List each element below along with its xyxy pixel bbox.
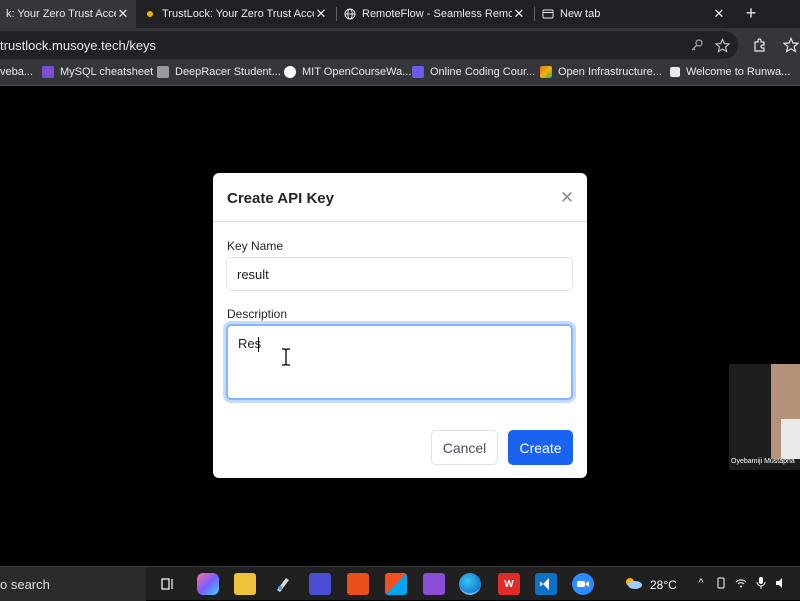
windows-taskbar: o search W 28°C ^ (0, 566, 800, 601)
participant-shirt (781, 419, 800, 459)
bookmark-label: Online Coding Cour... (430, 66, 536, 78)
bookmark-label: MySQL cheatsheet (60, 66, 154, 78)
url-text: trustlock.musoye.tech/keys (0, 38, 157, 53)
tab-trustlock-1[interactable]: k: Your Zero Trust Access ✕ (0, 0, 136, 28)
bookmark-label: Open Infrastructure... (558, 66, 662, 78)
extensions-puzzle-icon[interactable] (751, 36, 769, 54)
network-icon[interactable] (734, 576, 748, 590)
calculator-icon[interactable] (309, 573, 331, 595)
close-tab-icon[interactable]: ✕ (512, 6, 526, 22)
description-label: Description (227, 307, 288, 321)
tab-title: TrustLock: Your Zero Trust Access (162, 8, 314, 20)
bookmark-item[interactable]: Online Coding Cour... (412, 66, 535, 78)
vscode-icon[interactable] (535, 573, 557, 595)
participant-name: Oyebamiji Mustapha (731, 458, 795, 465)
file-explorer-icon[interactable] (234, 573, 256, 595)
modal-header: Create API Key ✕ (213, 173, 587, 222)
bookmark-label: MIT OpenCourseWa... (302, 66, 412, 78)
bookmark-star-icon[interactable] (713, 36, 731, 54)
deepracer-icon (157, 66, 169, 78)
volume-icon[interactable] (774, 576, 788, 590)
search-text: o search (0, 577, 50, 592)
close-tab-icon[interactable]: ✕ (712, 6, 726, 22)
favorites-star-icon[interactable] (782, 36, 800, 54)
bookmarks-bar: veba... MySQL cheatsheet DeepRacer Stude… (0, 62, 800, 86)
bookmark-item[interactable]: veba... (0, 66, 33, 78)
bookmark-label: veba... (0, 66, 34, 78)
app-icon[interactable] (347, 573, 369, 595)
edge-icon[interactable] (459, 573, 481, 595)
bookmark-item[interactable]: MIT OpenCourseWa... (284, 66, 411, 78)
text-caret (258, 337, 259, 352)
create-button[interactable]: Create (508, 430, 573, 465)
runway-icon (670, 67, 680, 77)
mit-ocw-icon (284, 66, 296, 78)
cancel-button[interactable]: Cancel (431, 430, 498, 465)
zoom-icon[interactable] (572, 573, 594, 595)
tab-trustlock-2[interactable]: TrustLock: Your Zero Trust Access ✕ (138, 0, 334, 28)
task-view-icon[interactable] (157, 573, 179, 595)
tab-remoteflow[interactable]: RemoteFlow - Seamless Remote V ✕ (338, 0, 532, 28)
tab-title: RemoteFlow - Seamless Remote V (362, 8, 512, 20)
paint-icon[interactable] (272, 573, 294, 595)
modal-title: Create API Key (227, 190, 334, 207)
address-bar[interactable]: trustlock.musoye.tech/keys (0, 31, 738, 59)
tab-new-tab[interactable]: New tab ✕ (536, 0, 732, 28)
close-tab-icon[interactable]: ✕ (314, 6, 328, 22)
copilot-icon[interactable] (197, 573, 219, 595)
bookmark-label: DeepRacer Student... (175, 66, 281, 78)
description-textarea[interactable]: Res (226, 324, 573, 400)
trustlock-favicon-icon (144, 8, 156, 20)
bookmark-item[interactable]: Welcome to Runwa... (670, 66, 790, 78)
bookmark-label: Welcome to Runwa... (686, 66, 791, 78)
chevron-up-icon[interactable]: ^ (694, 576, 708, 590)
bookmark-item[interactable]: MySQL cheatsheet (42, 66, 153, 78)
key-name-input[interactable] (226, 257, 573, 291)
microphone-icon[interactable] (754, 576, 768, 590)
text-cursor-icon (280, 348, 292, 366)
browser-toolbar: trustlock.musoye.tech/keys (0, 28, 800, 62)
clipchamp-icon[interactable] (423, 573, 445, 595)
temperature-text: 28°C (650, 577, 677, 592)
tab-divider (534, 7, 535, 21)
close-tab-icon[interactable]: ✕ (116, 6, 130, 22)
weather-widget[interactable]: 28°C (624, 576, 677, 593)
tab-title: k: Your Zero Trust Access (6, 8, 116, 20)
phone-link-icon[interactable] (714, 576, 728, 590)
globe-icon (344, 8, 356, 20)
bookmark-item[interactable]: Open Infrastructure... (540, 66, 662, 78)
weather-cloud-icon (624, 576, 644, 593)
microsoft-store-icon[interactable] (385, 573, 407, 595)
new-tab-page-icon (542, 8, 554, 20)
close-icon[interactable]: ✕ (558, 189, 576, 207)
wps-office-icon[interactable]: W (498, 573, 520, 595)
key-icon[interactable] (688, 36, 706, 54)
tab-title: New tab (560, 8, 601, 20)
browser-tab-strip: k: Your Zero Trust Access ✕ TrustLock: Y… (0, 0, 800, 28)
tab-divider (336, 7, 337, 21)
webcam-preview: Oyebamiji Mustapha (729, 364, 800, 470)
bookmark-item[interactable]: DeepRacer Student... (157, 66, 281, 78)
new-tab-plus-icon[interactable]: + (740, 3, 762, 25)
coding-course-icon (412, 66, 424, 78)
taskbar-search[interactable]: o search (0, 567, 146, 601)
open-infrastructure-icon (540, 66, 552, 78)
mysql-icon (42, 66, 54, 78)
key-name-label: Key Name (227, 239, 284, 253)
